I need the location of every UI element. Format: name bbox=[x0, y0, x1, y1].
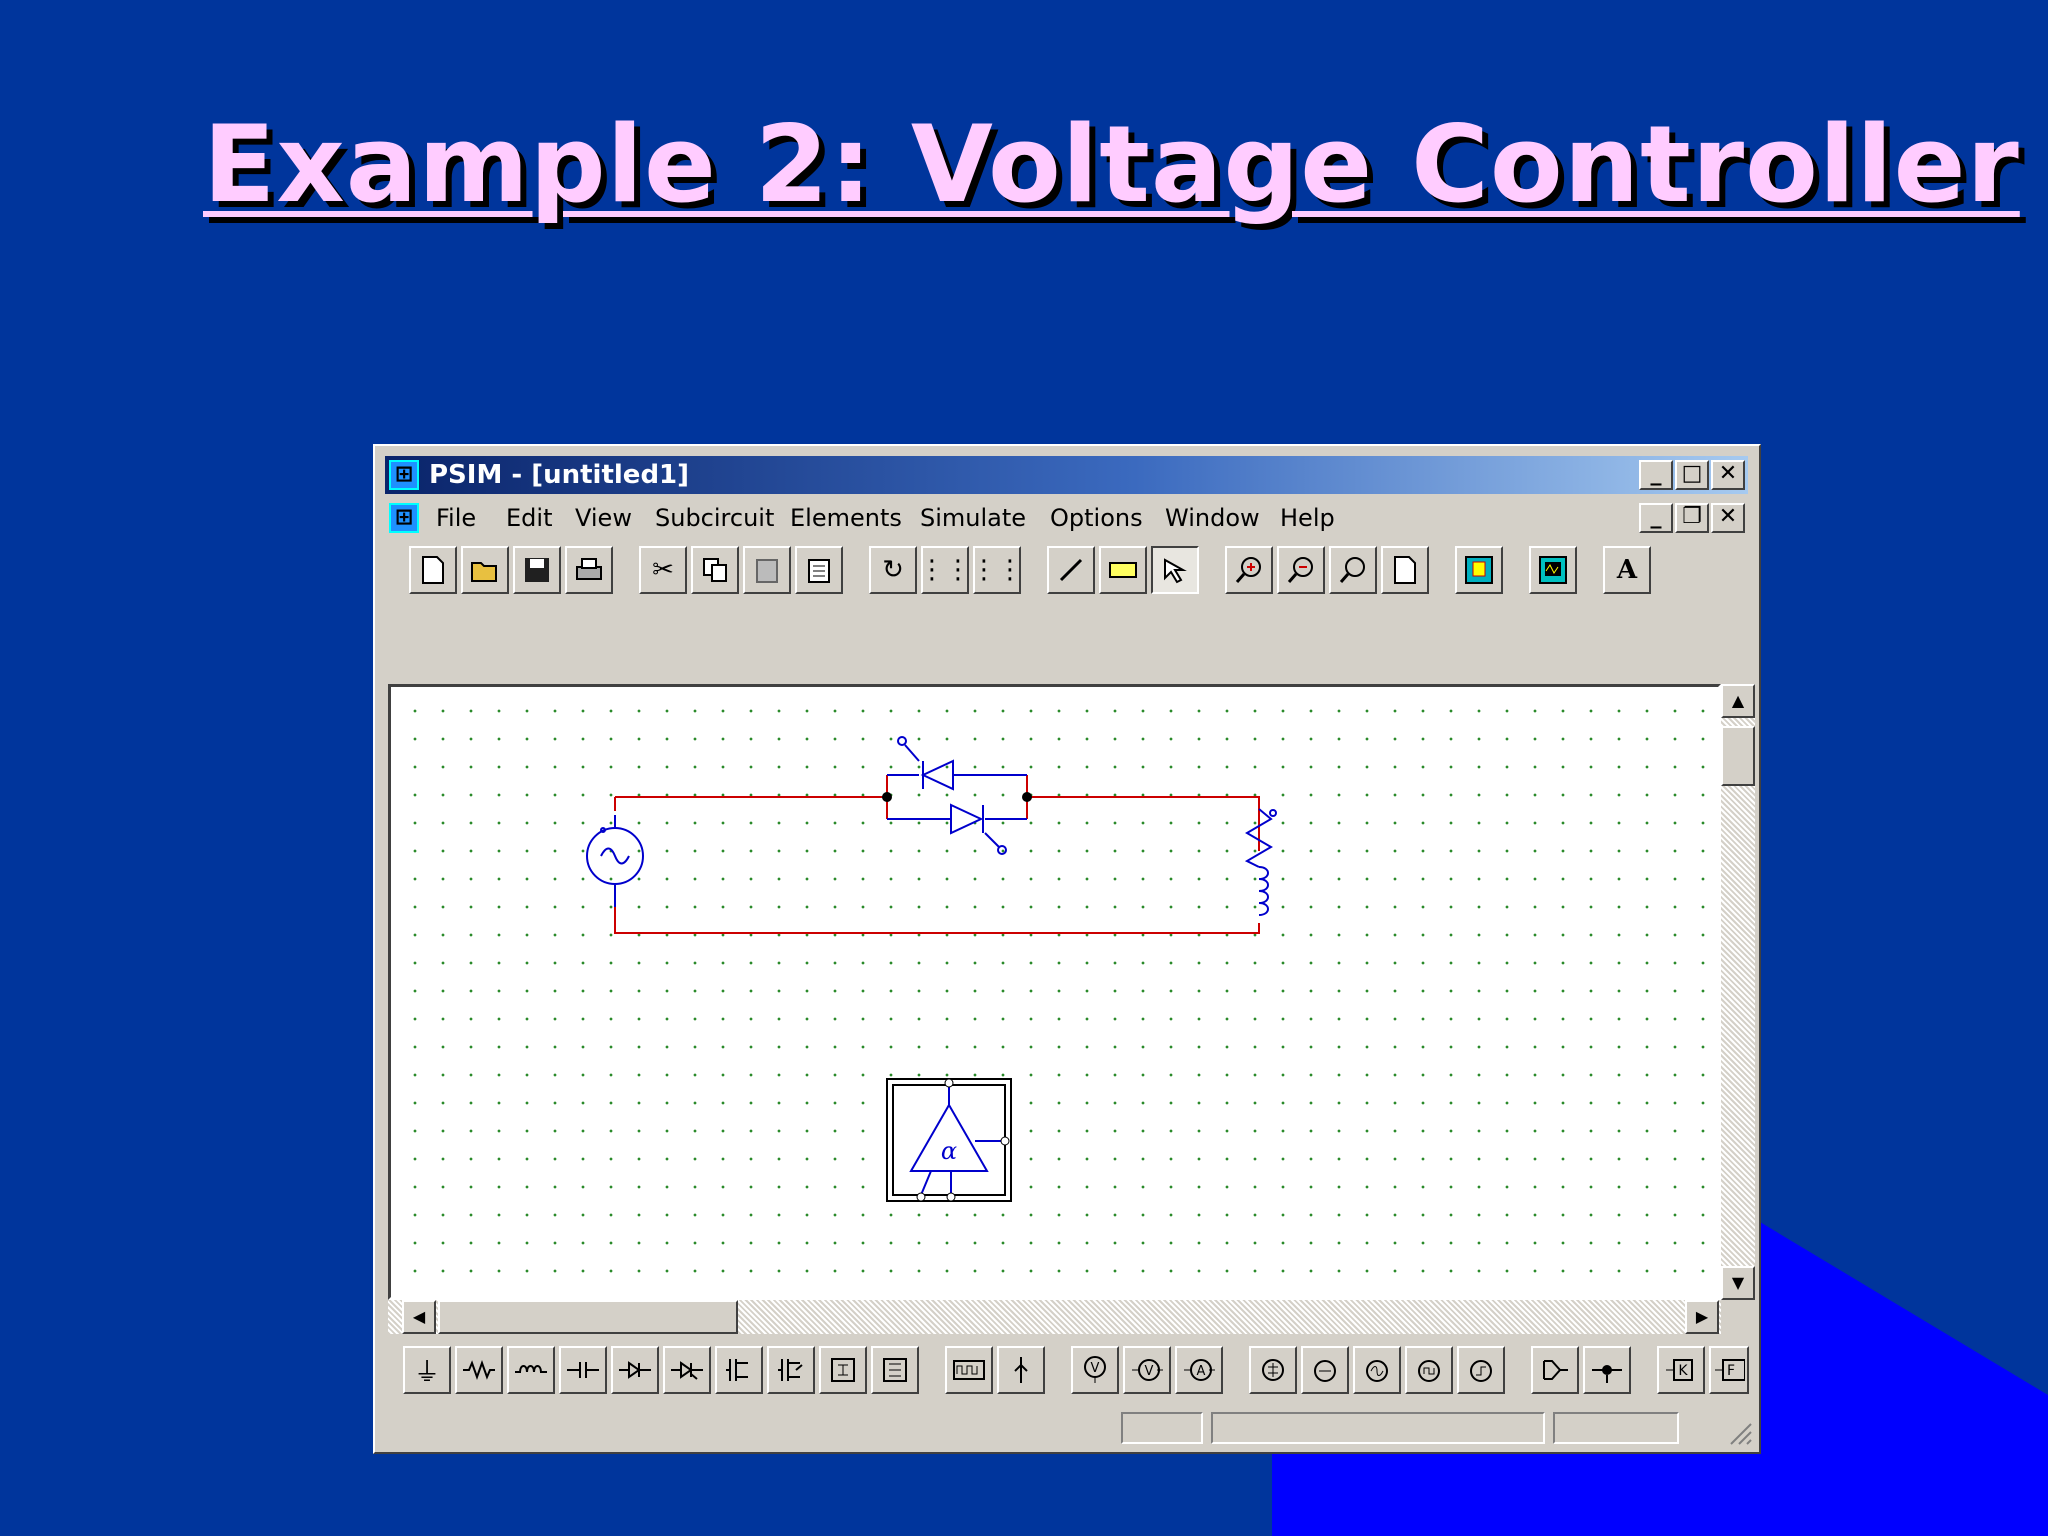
scroll-right-button[interactable]: ▶ bbox=[1685, 1300, 1719, 1334]
switch-module-icon[interactable] bbox=[819, 1346, 867, 1394]
thyristor-junction-wires[interactable] bbox=[886, 775, 1028, 819]
voltage-probe-icon[interactable]: V bbox=[1123, 1346, 1171, 1394]
flip-lr-icon[interactable]: ⋮⋮ bbox=[919, 546, 971, 594]
f-block-label: F bbox=[1727, 1363, 1735, 1379]
save-icon[interactable] bbox=[513, 546, 561, 594]
inductor-icon[interactable] bbox=[507, 1346, 555, 1394]
menu-options[interactable]: Options bbox=[1050, 498, 1143, 538]
print-icon[interactable] bbox=[565, 546, 613, 594]
paste-special-icon[interactable] bbox=[795, 546, 843, 594]
new-icon[interactable] bbox=[409, 546, 457, 594]
bottom-wire[interactable] bbox=[614, 907, 1260, 934]
menu-elements[interactable]: Elements bbox=[790, 498, 902, 538]
gating-icon[interactable] bbox=[1583, 1346, 1631, 1394]
menu-file[interactable]: File bbox=[436, 498, 476, 538]
main-toolbar: ✂ ↻ ⋮⋮ ⋮⋮ A ▼ bbox=[385, 542, 1753, 764]
label-icon[interactable] bbox=[1099, 546, 1147, 594]
switch-module2-icon[interactable] bbox=[871, 1346, 919, 1394]
current-source-icon[interactable] bbox=[1353, 1346, 1401, 1394]
junction-dots bbox=[882, 792, 1032, 802]
page-icon[interactable] bbox=[1381, 546, 1429, 594]
status-cell-3 bbox=[1553, 1412, 1679, 1444]
thyristor-pair[interactable] bbox=[887, 736, 1027, 855]
capacitor-icon[interactable] bbox=[559, 1346, 607, 1394]
menu-simulate[interactable]: Simulate bbox=[920, 498, 1026, 538]
comparator-icon[interactable] bbox=[1531, 1346, 1579, 1394]
doc-minimize-button[interactable]: _ bbox=[1639, 503, 1673, 533]
slide-title: Example 2: Voltage Controller bbox=[203, 103, 2020, 226]
thyristor-icon[interactable] bbox=[663, 1346, 711, 1394]
ground-icon[interactable]: ⏚ bbox=[403, 1346, 451, 1394]
psim-window: ⊞ PSIM - [untitled1] _ □ ✕ ⊞ File Edit V… bbox=[373, 444, 1761, 1454]
element-toolbar: ⏚ V V A K F bbox=[385, 1342, 1753, 1402]
schematic-drawing: α bbox=[586, 736, 1277, 1202]
pulse-source-icon[interactable] bbox=[945, 1346, 993, 1394]
zoom-in-icon[interactable] bbox=[1225, 546, 1273, 594]
svg-text:V: V bbox=[1145, 1364, 1154, 1379]
run-simulation-icon[interactable] bbox=[1455, 546, 1503, 594]
flip-tb-icon[interactable]: ⋮⋮ bbox=[971, 546, 1023, 594]
open-icon[interactable] bbox=[461, 546, 509, 594]
igbt-icon[interactable] bbox=[715, 1346, 763, 1394]
menu-help[interactable]: Help bbox=[1280, 498, 1335, 538]
close-button[interactable]: ✕ bbox=[1711, 460, 1745, 490]
vertical-scroll-thumb[interactable] bbox=[1721, 726, 1755, 786]
paste-icon[interactable] bbox=[743, 546, 791, 594]
svg-text:A: A bbox=[1197, 1364, 1206, 1379]
ac-source-icon[interactable] bbox=[1301, 1346, 1349, 1394]
copy-icon[interactable] bbox=[691, 546, 739, 594]
window-titlebar[interactable]: ⊞ PSIM - [untitled1] _ □ ✕ bbox=[385, 456, 1748, 494]
mosfet-icon[interactable] bbox=[767, 1346, 815, 1394]
psim-app-icon[interactable]: ⊞ bbox=[389, 460, 419, 490]
scroll-left-button[interactable]: ◀ bbox=[402, 1300, 436, 1334]
svg-text:V: V bbox=[1091, 1361, 1100, 1376]
maximize-button[interactable]: □ bbox=[1675, 460, 1709, 490]
ac-source-symbol[interactable] bbox=[586, 815, 644, 907]
voltmeter-icon[interactable]: V bbox=[1071, 1346, 1119, 1394]
sine-source-icon[interactable] bbox=[1405, 1346, 1453, 1394]
k-block-label: K bbox=[1678, 1363, 1688, 1379]
minimize-button[interactable]: _ bbox=[1639, 460, 1673, 490]
wire-icon[interactable] bbox=[1047, 546, 1095, 594]
circuit-wires bbox=[614, 775, 1260, 934]
schematic-canvas[interactable]: α bbox=[388, 684, 1721, 1300]
probe-icon[interactable] bbox=[997, 1346, 1045, 1394]
svg-text:α: α bbox=[941, 1137, 957, 1165]
menu-bar: ⊞ File Edit View Subcircuit Elements Sim… bbox=[385, 498, 1748, 538]
menu-edit[interactable]: Edit bbox=[506, 498, 552, 538]
scroll-up-button[interactable]: ▲ bbox=[1721, 684, 1755, 718]
window-title: PSIM - [untitled1] bbox=[429, 460, 690, 490]
k-block-icon[interactable]: K bbox=[1657, 1346, 1705, 1394]
select-icon[interactable] bbox=[1151, 546, 1199, 594]
horizontal-scroll-thumb[interactable] bbox=[438, 1300, 738, 1334]
zoom-out-icon[interactable] bbox=[1277, 546, 1325, 594]
text-icon[interactable]: A bbox=[1603, 546, 1651, 594]
alpha-controller-block[interactable]: α bbox=[886, 1078, 1012, 1202]
dc-source-icon[interactable] bbox=[1249, 1346, 1297, 1394]
simview-icon[interactable] bbox=[1529, 546, 1577, 594]
document-icon[interactable]: ⊞ bbox=[389, 503, 419, 533]
ammeter-icon[interactable]: A bbox=[1175, 1346, 1223, 1394]
horizontal-scrollbar[interactable]: ◀ ▶ bbox=[388, 1300, 1721, 1334]
f-block-icon[interactable]: F bbox=[1709, 1346, 1749, 1394]
cut-icon[interactable]: ✂ bbox=[639, 546, 687, 594]
diode-icon[interactable] bbox=[611, 1346, 659, 1394]
doc-close-button[interactable]: ✕ bbox=[1711, 503, 1745, 533]
scroll-down-button[interactable]: ▼ bbox=[1721, 1266, 1755, 1300]
step-source-icon[interactable] bbox=[1457, 1346, 1505, 1394]
menu-window[interactable]: Window bbox=[1165, 498, 1260, 538]
status-cell-2 bbox=[1211, 1412, 1545, 1444]
top-right-wire[interactable] bbox=[1027, 796, 1260, 851]
status-cell-1 bbox=[1121, 1412, 1203, 1444]
zoom-fit-icon[interactable] bbox=[1329, 546, 1377, 594]
rl-load-symbol[interactable] bbox=[1244, 808, 1277, 916]
resize-grip-icon[interactable] bbox=[1727, 1420, 1753, 1446]
doc-restore-button[interactable]: ❐ bbox=[1675, 503, 1709, 533]
menu-view[interactable]: View bbox=[575, 498, 632, 538]
status-bar bbox=[385, 1408, 1753, 1448]
vertical-scrollbar[interactable]: ▲ ▼ bbox=[1721, 684, 1755, 1300]
resistor-icon[interactable] bbox=[455, 1346, 503, 1394]
menu-subcircuit[interactable]: Subcircuit bbox=[655, 498, 774, 538]
rotate-icon[interactable]: ↻ bbox=[869, 546, 917, 594]
